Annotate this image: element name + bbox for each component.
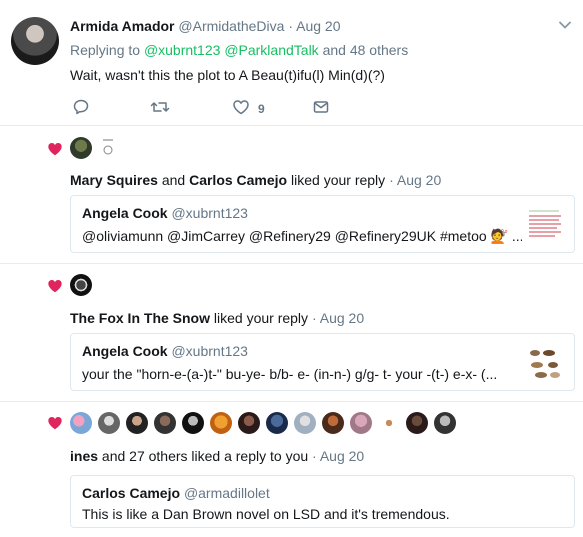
notification-time[interactable]: Aug 20 [397, 172, 441, 188]
like-count: 9 [258, 101, 265, 116]
quote-author-handle: @xubrnt123 [171, 343, 248, 359]
quote-thumbnail [527, 207, 563, 243]
mention-link[interactable]: @ParklandTalk [224, 42, 318, 58]
notification-time[interactable]: Aug 20 [320, 448, 364, 464]
quoted-tweet[interactable]: Angela Cook @xubrnt123 your the "horn-e-… [70, 333, 575, 391]
reply-icon [72, 98, 90, 119]
reply-button[interactable] [72, 98, 90, 119]
actor-name[interactable]: Carlos Camejo [189, 172, 287, 188]
mention-link[interactable]: @xubrnt123 [144, 42, 220, 58]
tweet-text: Wait, wasn't this the plot to A Beau(t)i… [70, 67, 385, 83]
quote-author-handle: @armadillolet [183, 485, 270, 501]
notification-text: Mary Squires and Carlos Camejo liked you… [70, 172, 442, 188]
avatar[interactable] [378, 412, 400, 434]
quote-text: your the "horn-e-(a-)t-" bu-ye- b/b- e- … [82, 366, 498, 382]
author-handle[interactable]: @ArmidatheDiva [178, 18, 284, 34]
message-icon [312, 98, 330, 119]
heart-icon [47, 141, 63, 157]
chevron-down-icon[interactable] [558, 18, 572, 35]
quoted-tweet[interactable]: Carlos Camejo @armadillolet This is like… [70, 475, 575, 528]
author-name[interactable]: Armida Amador [70, 18, 175, 34]
avatar[interactable] [294, 412, 316, 434]
tweet-card[interactable]: Armida Amador @ArmidatheDiva · Aug 20 Re… [0, 0, 583, 125]
quote-author-name: Carlos Camejo [82, 485, 181, 501]
quote-author-handle: @xubrnt123 [171, 205, 248, 221]
replying-to: Replying to @xubrnt123 @ParklandTalk and… [70, 42, 409, 58]
actor-name[interactable]: Mary Squires [70, 172, 158, 188]
avatar[interactable] [182, 412, 204, 434]
avatar[interactable] [126, 412, 148, 434]
avatar[interactable] [266, 412, 288, 434]
quote-author-name: Angela Cook [82, 343, 168, 359]
avatar[interactable] [70, 274, 92, 296]
quote-text: @oliviamunn @JimCarrey @Refinery29 @Refi… [82, 228, 522, 244]
avatar[interactable] [238, 412, 260, 434]
avatar[interactable] [97, 137, 119, 159]
quote-text: This is like a Dan Brown novel on LSD an… [82, 506, 450, 522]
tweet-time[interactable]: Aug 20 [296, 18, 340, 34]
notification-text: ines and 27 others liked a reply to you … [70, 448, 365, 464]
others-link[interactable]: and 48 others [323, 42, 409, 58]
actor-name[interactable]: ines [70, 448, 98, 464]
quoted-tweet[interactable]: Angela Cook @xubrnt123 @oliviamunn @JimC… [70, 195, 575, 253]
actor-name[interactable]: The Fox In The Snow [70, 310, 210, 326]
avatar[interactable] [350, 412, 372, 434]
notification-time[interactable]: Aug 20 [320, 310, 364, 326]
quote-author-name: Angela Cook [82, 205, 168, 221]
like-icon [232, 98, 250, 119]
heart-icon [47, 415, 63, 431]
avatar[interactable] [154, 412, 176, 434]
notification-text: The Fox In The Snow liked your reply · A… [70, 310, 365, 326]
avatar[interactable] [322, 412, 344, 434]
avatar[interactable] [70, 137, 92, 159]
avatar[interactable] [11, 17, 59, 65]
avatar[interactable] [98, 412, 120, 434]
retweet-icon [150, 98, 170, 119]
avatar[interactable] [70, 412, 92, 434]
heart-icon [47, 278, 63, 294]
notification-item[interactable]: ines and 27 others liked a reply to you … [0, 402, 583, 537]
tweet-header: Armida Amador @ArmidatheDiva · Aug 20 [70, 18, 341, 34]
notification-item[interactable]: Mary Squires and Carlos Camejo liked you… [0, 126, 583, 263]
notification-item[interactable]: The Fox In The Snow liked your reply · A… [0, 264, 583, 401]
avatar[interactable] [210, 412, 232, 434]
quote-thumbnail [527, 345, 563, 381]
avatar[interactable] [406, 412, 428, 434]
like-button[interactable]: 9 [232, 98, 265, 119]
message-button[interactable] [312, 98, 330, 119]
retweet-button[interactable] [150, 98, 170, 119]
avatar[interactable] [434, 412, 456, 434]
